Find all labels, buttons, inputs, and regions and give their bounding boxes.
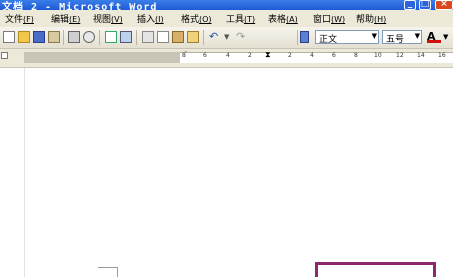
menu-edit[interactable]: 编辑(E) xyxy=(51,12,80,25)
permission-icon[interactable] xyxy=(48,31,60,43)
menu-insert[interactable]: 插入(I) xyxy=(137,12,164,25)
font-color-button[interactable]: A xyxy=(427,31,441,43)
standard-toolbar: ↶ ▼ ↷ 正文 ▼ 五号 ▼ A ▼ xyxy=(0,27,453,49)
title-bar: 文档 2 - Microsoft Word _ □ × xyxy=(0,0,453,10)
menu-window[interactable]: 窗口(W) xyxy=(313,12,345,25)
indent-marker-icon[interactable]: ⧗ xyxy=(265,50,271,60)
document-page[interactable] xyxy=(0,68,453,277)
ruler-left-margin: 8 xyxy=(24,51,188,63)
menu-format[interactable]: 格式(O) xyxy=(181,12,212,25)
ruler-tick: 10 xyxy=(374,52,382,59)
new-document-icon[interactable] xyxy=(3,31,15,43)
ruler-tick: 4 xyxy=(310,52,314,59)
tab-selector-icon[interactable] xyxy=(1,52,8,59)
menu-help[interactable]: 帮助(H) xyxy=(356,12,386,25)
close-button[interactable]: × xyxy=(435,0,453,10)
ruler-tick: 12 xyxy=(396,52,404,59)
window-title: 文档 2 - Microsoft Word xyxy=(2,2,158,10)
horizontal-ruler[interactable]: 8 6 4 2 ⧗ 2 4 6 8 10 12 14 16 xyxy=(180,50,453,63)
redo-icon[interactable]: ↷ xyxy=(236,31,248,43)
save-icon[interactable] xyxy=(33,31,45,43)
paste-icon[interactable] xyxy=(172,31,184,43)
research-icon[interactable] xyxy=(120,31,132,43)
menu-view[interactable]: 视图(V) xyxy=(93,12,123,25)
chevron-down-icon: ▼ xyxy=(414,32,420,40)
page-edge xyxy=(24,68,25,277)
undo-icon[interactable]: ↶ xyxy=(209,31,221,43)
styles-pane-icon[interactable] xyxy=(300,31,309,43)
menu-tools[interactable]: 工具(T) xyxy=(226,12,255,25)
font-color-dropdown-icon[interactable]: ▼ xyxy=(443,31,453,43)
ruler-tick: 2 xyxy=(288,52,292,59)
ruler-tick: 14 xyxy=(417,52,425,59)
font-size-combo[interactable]: 五号 ▼ xyxy=(382,30,422,45)
copy-icon[interactable] xyxy=(157,31,169,43)
ruler-tick: 6 xyxy=(203,52,207,59)
highlight-annotation-box xyxy=(315,262,436,277)
ruler-tick: 8 xyxy=(182,52,186,59)
maximize-button[interactable]: □ xyxy=(419,0,431,10)
open-icon[interactable] xyxy=(18,31,30,43)
ruler-tick: 6 xyxy=(332,52,336,59)
cut-icon[interactable] xyxy=(142,31,154,43)
ruler-tick: 4 xyxy=(226,52,230,59)
ruler-tick: 16 xyxy=(438,52,446,59)
ruler-tick: 8 xyxy=(354,52,358,59)
print-icon[interactable] xyxy=(68,31,80,43)
format-painter-icon[interactable] xyxy=(187,31,199,43)
minimize-button[interactable]: _ xyxy=(404,0,416,10)
spelling-icon[interactable] xyxy=(105,31,117,43)
style-combo[interactable]: 正文 ▼ xyxy=(315,30,379,45)
ruler-bar: 8 8 6 4 2 ⧗ 2 4 6 8 10 12 14 16 xyxy=(0,49,453,68)
ruler-tick: 2 xyxy=(248,52,252,59)
margin-corner-mark xyxy=(98,267,118,277)
menu-bar: 文件(F) 编辑(E) 视图(V) 插入(I) 格式(O) 工具(T) 表格(A… xyxy=(0,10,453,28)
print-preview-icon[interactable] xyxy=(83,31,95,43)
menu-file[interactable]: 文件(F) xyxy=(5,12,34,25)
chevron-down-icon: ▼ xyxy=(371,32,377,40)
menu-table[interactable]: 表格(A) xyxy=(268,12,298,25)
undo-dropdown-icon[interactable]: ▼ xyxy=(224,31,236,43)
